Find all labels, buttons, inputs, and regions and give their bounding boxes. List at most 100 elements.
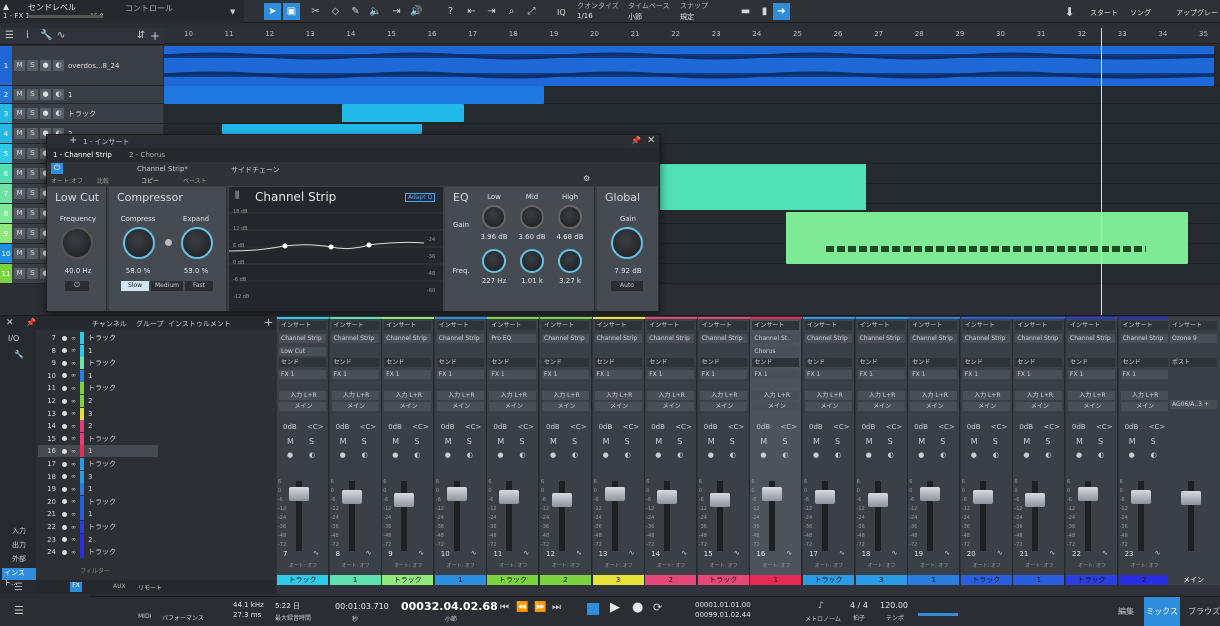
nudge-left-icon[interactable]: ⇤ xyxy=(463,3,480,20)
master-output[interactable]: AG06/A..3 + xyxy=(1170,400,1217,409)
input-route[interactable]: 入力 L+R xyxy=(436,391,484,400)
automation-icon[interactable]: ∿ xyxy=(471,549,477,557)
eraser-tool-icon[interactable]: ◇ xyxy=(327,3,344,20)
global-gain-knob[interactable] xyxy=(611,227,643,259)
monitor-button[interactable]: ◐ xyxy=(53,89,64,100)
pan-value[interactable]: <C> xyxy=(833,423,850,431)
insert-slot-2[interactable]: Chorus xyxy=(752,347,800,356)
insert-slot[interactable]: Channel Strip xyxy=(1015,334,1063,343)
filter-label[interactable]: フィルター xyxy=(80,566,110,575)
nudge-right-icon[interactable]: ⇥ xyxy=(483,3,500,20)
master-plugin[interactable]: Ozone 9 xyxy=(1170,334,1217,343)
pan-value[interactable]: <C> xyxy=(728,423,745,431)
list-item[interactable]: 23 ∞ 2 xyxy=(38,533,158,546)
automation-mode[interactable]: オート: オフ xyxy=(599,562,639,570)
insert-slot[interactable]: Channel Strip xyxy=(962,334,1010,343)
tab-chorus[interactable]: 2 - Chorus xyxy=(129,151,165,159)
mute-button[interactable]: M xyxy=(1023,437,1030,446)
automation-icon[interactable]: ∿ xyxy=(629,549,635,557)
volume-fader-cap[interactable] xyxy=(1025,493,1046,507)
send-header[interactable]: センド xyxy=(594,358,642,367)
plugin-titlebar[interactable]: + 1 - インサート 📌 ✕ xyxy=(47,135,659,148)
insert-slot[interactable]: Channel Strip xyxy=(699,334,747,343)
monitor-icon[interactable]: ◐ xyxy=(519,451,525,459)
output-route[interactable]: メイン xyxy=(594,402,642,411)
master-post[interactable]: ポスト xyxy=(1170,358,1217,367)
mixer-channel-strip[interactable]: インサート Channel Strip センド FX 1 入力 L+R メイン 0dB <C>… xyxy=(1066,317,1118,585)
insert-header[interactable]: インサート xyxy=(752,321,800,330)
compress-knob[interactable] xyxy=(123,227,155,259)
automation-icon[interactable]: ∿ xyxy=(997,549,1003,557)
mute-button[interactable]: M xyxy=(971,437,978,446)
solo-button[interactable]: S xyxy=(835,437,840,446)
list-item[interactable]: 15 ∞ トラック xyxy=(38,432,158,445)
power-icon[interactable]: ⏻ xyxy=(51,163,63,174)
list-item[interactable]: 12 ∞ 2 xyxy=(38,395,158,407)
download-icon[interactable]: ⬇ xyxy=(1061,3,1078,20)
record-arm-icon[interactable]: ● xyxy=(655,451,661,459)
send-header[interactable]: センド xyxy=(331,358,379,367)
monitor-icon[interactable]: ◐ xyxy=(362,451,368,459)
automation-mode[interactable]: オート: オフ xyxy=(546,562,586,570)
insert-header[interactable]: インサート xyxy=(542,321,589,330)
record-arm-icon[interactable]: ● xyxy=(287,451,293,459)
insert-slot[interactable]: Channel Strip xyxy=(1120,334,1168,343)
metronome-icon[interactable]: ♪ xyxy=(818,601,824,611)
time-seconds[interactable]: 00:01:03.710 xyxy=(335,602,389,611)
volume-fader-track[interactable] xyxy=(341,481,362,551)
track-header[interactable]: 2 M S ● ◐ 1 xyxy=(0,86,163,104)
volume-fader-cap[interactable] xyxy=(920,487,941,501)
list-item[interactable]: 8 ∞ 1 xyxy=(38,344,158,357)
record-arm-button[interactable]: ● xyxy=(40,89,51,100)
automation-icon[interactable]: ∿ xyxy=(1155,549,1161,557)
output-route[interactable]: メイン xyxy=(1120,402,1168,411)
send-header[interactable]: センド xyxy=(752,358,800,367)
split-tool-icon[interactable]: ✂ xyxy=(307,3,324,20)
automation-icon[interactable]: ∿ xyxy=(944,549,950,557)
channel-name[interactable]: トラック xyxy=(803,575,854,585)
mute-button[interactable]: M xyxy=(392,437,399,446)
pan-value[interactable]: <C> xyxy=(780,423,797,431)
paint-tool-icon[interactable]: ✎ xyxy=(347,3,364,20)
output-tab[interactable]: 出力 xyxy=(12,540,26,550)
volume-db[interactable]: 0dB xyxy=(493,423,507,431)
snap-toggle-icon[interactable]: ▬ xyxy=(737,3,754,20)
record-arm-icon[interactable]: ● xyxy=(1023,451,1029,459)
channel-name[interactable]: トラック xyxy=(960,575,1012,585)
mute-button[interactable]: M xyxy=(14,228,25,239)
list-item[interactable]: 14 ∞ 2 xyxy=(38,420,158,433)
record-arm-icon[interactable]: ● xyxy=(866,451,872,459)
output-route[interactable]: メイン xyxy=(805,402,852,411)
mixer-channel-strip[interactable]: インサート Channel Strip センド FX 1 入力 L+R メイン 0dB <C>… xyxy=(540,317,592,585)
solo-button[interactable]: S xyxy=(1098,437,1103,446)
output-route[interactable]: メイン xyxy=(384,402,432,411)
channel-name[interactable]: トラック xyxy=(487,575,539,585)
volume-db[interactable]: 0dB xyxy=(704,423,718,431)
list-item[interactable]: 24 ∞ トラック xyxy=(38,546,158,559)
audio-clip-6[interactable] xyxy=(660,164,866,210)
solo-button[interactable]: S xyxy=(730,437,735,446)
eq-curve[interactable] xyxy=(229,205,443,311)
monitor-icon[interactable]: ◐ xyxy=(940,451,946,459)
list-item[interactable]: 21 ∞ 1 xyxy=(38,508,158,521)
listen-tool-icon[interactable]: 🔊 xyxy=(408,3,425,20)
send-slot[interactable]: FX 1 xyxy=(857,370,905,379)
send-slot[interactable]: FX 1 xyxy=(910,370,958,379)
volume-fader-track[interactable] xyxy=(499,481,520,551)
pan-value[interactable]: <C> xyxy=(517,423,534,431)
output-route[interactable]: メイン xyxy=(1015,402,1063,411)
timebase-value[interactable]: 小節 xyxy=(628,12,642,22)
solo-button[interactable]: S xyxy=(782,437,787,446)
automation-mode[interactable]: オート: オフ xyxy=(756,562,796,570)
volume-fader-track[interactable] xyxy=(867,481,888,551)
input-route[interactable]: 入力 L+R xyxy=(962,391,1010,400)
browse-tab[interactable]: ブラウズ xyxy=(1188,606,1220,617)
track-header[interactable]: 1 M S ● ◐ overdos...8_24 xyxy=(0,46,163,86)
solo-button[interactable]: S xyxy=(1151,437,1156,446)
pan-value[interactable]: <C> xyxy=(886,423,903,431)
snap-value[interactable]: 規定 xyxy=(680,12,694,22)
menu-icon[interactable]: ☰ xyxy=(14,604,24,617)
edit-tab[interactable]: 編集 xyxy=(1118,606,1134,617)
aux-button[interactable]: AUX xyxy=(113,583,126,590)
input-route[interactable]: 入力 L+R xyxy=(594,391,642,400)
